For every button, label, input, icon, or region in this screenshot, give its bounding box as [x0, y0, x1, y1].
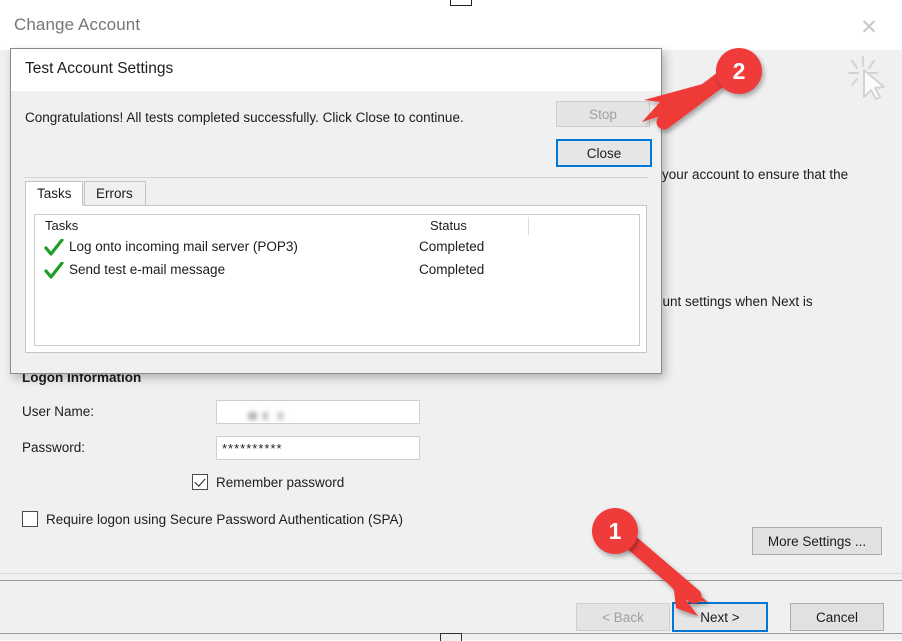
column-separator[interactable]: [528, 217, 529, 235]
clipped-top-strip: [0, 0, 902, 6]
test-dialog-title: Test Account Settings: [25, 60, 174, 77]
change-account-window: Change Account ✕ your account to ensure …: [0, 6, 902, 640]
remember-password-checkbox[interactable]: [192, 474, 208, 490]
test-dialog-titlebar: Test Account Settings: [11, 49, 661, 91]
wizard-description-line-1: your account to ensure that the: [662, 167, 849, 182]
task-status: Completed: [419, 239, 485, 254]
clipped-top-text: [8, 0, 11, 6]
test-result-message: Congratulations! All tests completed suc…: [25, 110, 464, 125]
username-input[interactable]: [216, 400, 420, 424]
annotation-badge-1: 1: [592, 508, 638, 554]
annotation-badge-2: 2: [716, 48, 762, 94]
spa-checkbox-row[interactable]: Require logon using Secure Password Auth…: [22, 511, 403, 527]
username-label: User Name:: [22, 404, 95, 419]
spa-checkbox[interactable]: [22, 511, 38, 527]
task-status: Completed: [419, 262, 485, 277]
tasks-listview[interactable]: Tasks Status Log onto incoming mail serv…: [34, 214, 640, 346]
window-titlebar: Change Account ✕: [0, 6, 902, 50]
test-account-settings-dialog: Test Account Settings Congratulations! A…: [10, 48, 662, 374]
task-name: Send test e-mail message: [69, 262, 226, 277]
footer-divider: [0, 580, 902, 581]
table-row[interactable]: Send test e-mail message Completed: [35, 260, 639, 283]
cancel-button[interactable]: Cancel: [790, 603, 884, 631]
tab-errors[interactable]: Errors: [84, 181, 146, 206]
tab-tasks[interactable]: Tasks: [25, 181, 83, 206]
remember-password-checkbox-row[interactable]: Remember password: [192, 474, 344, 490]
remember-password-label: Remember password: [216, 474, 345, 490]
green-check-icon: [44, 239, 64, 256]
modal-divider: [23, 177, 649, 178]
click-cursor-icon: [847, 55, 885, 100]
column-header-tasks[interactable]: Tasks: [45, 218, 78, 233]
spa-label: Require logon using Secure Password Auth…: [46, 511, 403, 527]
window-title: Change Account: [14, 15, 141, 34]
tasks-tab-panel: Tasks Status Log onto incoming mail serv…: [25, 205, 647, 353]
column-header-status[interactable]: Status: [430, 218, 467, 233]
username-redaction-blur: [248, 412, 314, 420]
table-row[interactable]: Log onto incoming mail server (POP3) Com…: [35, 237, 639, 260]
tabstrip: Tasks Errors: [25, 181, 647, 206]
listview-header: Tasks Status: [35, 215, 639, 237]
password-label: Password:: [22, 440, 86, 455]
task-name: Log onto incoming mail server (POP3): [69, 239, 298, 254]
footer-divider-light: [0, 573, 902, 574]
green-check-icon: [44, 262, 64, 279]
wizard-description-line-2: ount settings when Next is: [655, 294, 813, 309]
close-icon[interactable]: ✕: [846, 12, 892, 42]
password-input[interactable]: [216, 436, 420, 460]
more-settings-button[interactable]: More Settings ...: [752, 527, 882, 555]
clipped-top-notch: [450, 0, 472, 6]
